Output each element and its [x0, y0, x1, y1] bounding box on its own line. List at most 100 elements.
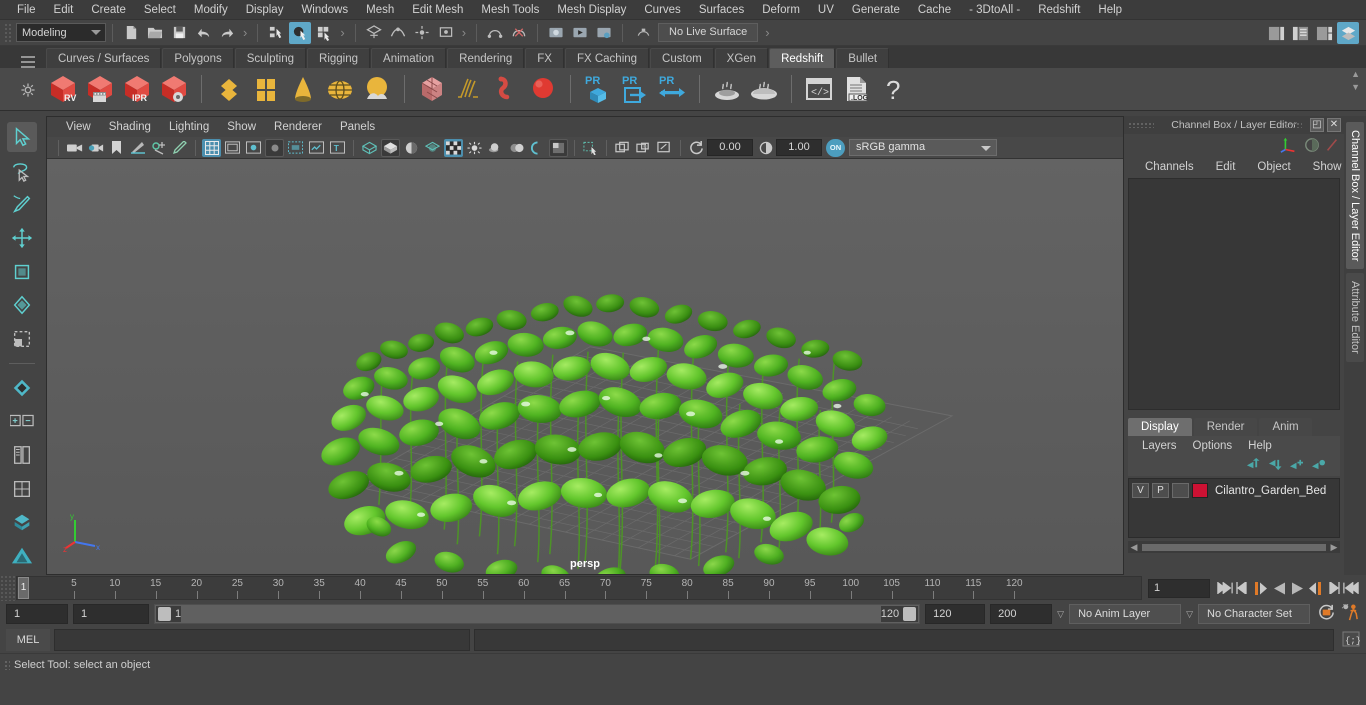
select-component-icon[interactable] — [313, 22, 335, 44]
collapse-section-icon[interactable]: › — [239, 25, 251, 40]
isolate-select-icon[interactable] — [581, 139, 600, 157]
layer-shading-toggle[interactable] — [1172, 483, 1189, 498]
sidebar-layer-editor-icon[interactable] — [1337, 22, 1359, 44]
viewport-menu-view[interactable]: View — [57, 117, 100, 137]
menu-mesh[interactable]: Mesh — [357, 0, 403, 20]
command-input-field[interactable] — [54, 629, 470, 651]
menu-cache[interactable]: Cache — [909, 0, 960, 20]
viewport-menu-renderer[interactable]: Renderer — [265, 117, 331, 137]
step-back-keyframe-icon[interactable] — [1234, 578, 1252, 598]
color-space-dropdown[interactable]: sRGB gamma — [849, 139, 997, 156]
chevron-down-icon[interactable]: ▽ — [1057, 609, 1064, 620]
redshift-hair-icon[interactable] — [452, 72, 486, 106]
command-language-label[interactable]: MEL — [6, 629, 50, 651]
range-end-handle[interactable]: 120 — [880, 606, 919, 622]
smooth-shade-icon[interactable] — [381, 138, 400, 157]
gamma-field[interactable]: 1.00 — [776, 139, 822, 156]
paint-select-tool[interactable] — [7, 189, 37, 219]
show-manipulator-tool[interactable] — [7, 373, 37, 403]
layer-list-scrollbar[interactable]: ◀ ▶ — [1128, 541, 1340, 553]
play-forwards-icon[interactable] — [1288, 578, 1306, 598]
move-tool[interactable] — [7, 223, 37, 253]
range-slider[interactable]: 1 120 — [154, 604, 921, 624]
viewport-menu-shading[interactable]: Shading — [100, 117, 160, 137]
layer-playback-toggle[interactable]: P — [1152, 483, 1169, 498]
shelf-tab-animation[interactable]: Animation — [371, 48, 447, 68]
redshift-volume-icon[interactable] — [415, 72, 449, 106]
statusbar-grip[interactable] — [4, 22, 12, 43]
lighting-toggle-icon[interactable] — [1304, 137, 1320, 156]
viewport-menu-lighting[interactable]: Lighting — [160, 117, 218, 137]
redshift-matte-icon[interactable] — [249, 72, 283, 106]
outliner-layout-tool[interactable] — [7, 440, 37, 470]
layer-visibility-toggle[interactable]: V — [1132, 483, 1149, 498]
select-camera-icon[interactable] — [65, 139, 84, 157]
viewport-display-icon[interactable] — [549, 138, 568, 157]
collapse-section-icon[interactable]: › — [761, 25, 773, 40]
step-forward-frame-icon[interactable] — [1306, 578, 1324, 598]
display-layer-list[interactable]: V P Cilantro_Garden_Bed — [1128, 478, 1340, 538]
animation-end-time-field[interactable]: 200 — [990, 604, 1053, 624]
chevron-down-icon[interactable]: ▽ — [1186, 609, 1193, 620]
lasso-select-tool[interactable] — [7, 156, 37, 186]
exposure-field[interactable]: 0.00 — [707, 139, 753, 156]
collapse-section-icon[interactable]: › — [458, 25, 470, 40]
time-slider-grip[interactable] — [0, 575, 16, 601]
menu-uv[interactable]: UV — [809, 0, 843, 20]
shelf-tab-rendering[interactable]: Rendering — [447, 48, 525, 68]
move-layer-down-icon[interactable] — [1267, 458, 1282, 474]
close-window-icon[interactable]: ✕ — [1327, 118, 1341, 132]
scale-tool[interactable] — [7, 290, 37, 320]
redshift-script-editor-icon[interactable]: </> — [802, 72, 836, 106]
shaded-wireframe-icon[interactable] — [402, 139, 421, 157]
use-all-lights-icon[interactable] — [444, 138, 463, 157]
redshift-light-cone-icon[interactable] — [286, 72, 320, 106]
shelf-tab-curves-surfaces[interactable]: Curves / Surfaces — [46, 48, 162, 68]
move-layer-up-icon[interactable] — [1245, 458, 1260, 474]
redo-icon[interactable] — [216, 22, 238, 44]
shelf-scroll-down-icon[interactable]: ▼ — [1351, 83, 1360, 92]
shadows-icon[interactable] — [465, 139, 484, 157]
rotate-tool[interactable] — [7, 257, 37, 287]
delete-history-icon[interactable] — [508, 22, 530, 44]
sidebar-attribute-editor-icon[interactable] — [1265, 22, 1287, 44]
menu-display[interactable]: Display — [237, 0, 293, 20]
menu-curves[interactable]: Curves — [635, 0, 689, 20]
vtab-channel-box-layer-editor[interactable]: Channel Box / Layer Editor — [1346, 122, 1364, 270]
wireframe-shading-icon[interactable] — [360, 139, 379, 157]
xray-active-components-icon[interactable] — [655, 139, 674, 157]
text-overlay-icon[interactable]: T — [328, 139, 347, 157]
shelf-tab-sculpting[interactable]: Sculpting — [234, 48, 307, 68]
viewport-menu-show[interactable]: Show — [218, 117, 265, 137]
create-layer-icon[interactable] — [1289, 458, 1304, 474]
menu-windows[interactable]: Windows — [292, 0, 357, 20]
restore-window-icon[interactable]: ◰ — [1310, 118, 1324, 132]
shelf-menu-icon[interactable] — [21, 56, 35, 71]
gamma-contrast-icon[interactable] — [756, 139, 775, 157]
menu-create[interactable]: Create — [82, 0, 135, 20]
shelf-tab-custom[interactable]: Custom — [650, 48, 714, 68]
xray-joints-icon[interactable] — [634, 139, 653, 157]
step-back-frame-icon[interactable] — [1252, 578, 1270, 598]
channel-menu-object[interactable]: Object — [1246, 157, 1301, 177]
xray-icon[interactable] — [613, 139, 632, 157]
viewport-menu-panels[interactable]: Panels — [331, 117, 384, 137]
film-gate-icon[interactable] — [223, 139, 242, 157]
scroll-thumb[interactable] — [1142, 543, 1326, 551]
redshift-render-settings-icon[interactable] — [157, 72, 191, 106]
snap-point-icon[interactable] — [411, 22, 433, 44]
snap-grid-icon[interactable] — [363, 22, 385, 44]
render-settings-icon[interactable] — [593, 22, 615, 44]
four-view-layout-tool[interactable] — [7, 508, 37, 538]
layer-color-swatch[interactable] — [1192, 483, 1208, 498]
layer-name-label[interactable]: Cilantro_Garden_Bed — [1211, 485, 1326, 497]
live-surface-icon[interactable] — [632, 22, 654, 44]
go-to-start-icon[interactable] — [1216, 578, 1234, 598]
scroll-left-icon[interactable]: ◀ — [1128, 542, 1140, 553]
shelf-options-gear-icon[interactable] — [21, 83, 35, 100]
scroll-right-icon[interactable]: ▶ — [1328, 542, 1340, 553]
menu-edit[interactable]: Edit — [45, 0, 83, 20]
menu-surfaces[interactable]: Surfaces — [690, 0, 753, 20]
image-plane-icon[interactable] — [128, 139, 147, 157]
step-forward-keyframe-icon[interactable] — [1324, 578, 1342, 598]
